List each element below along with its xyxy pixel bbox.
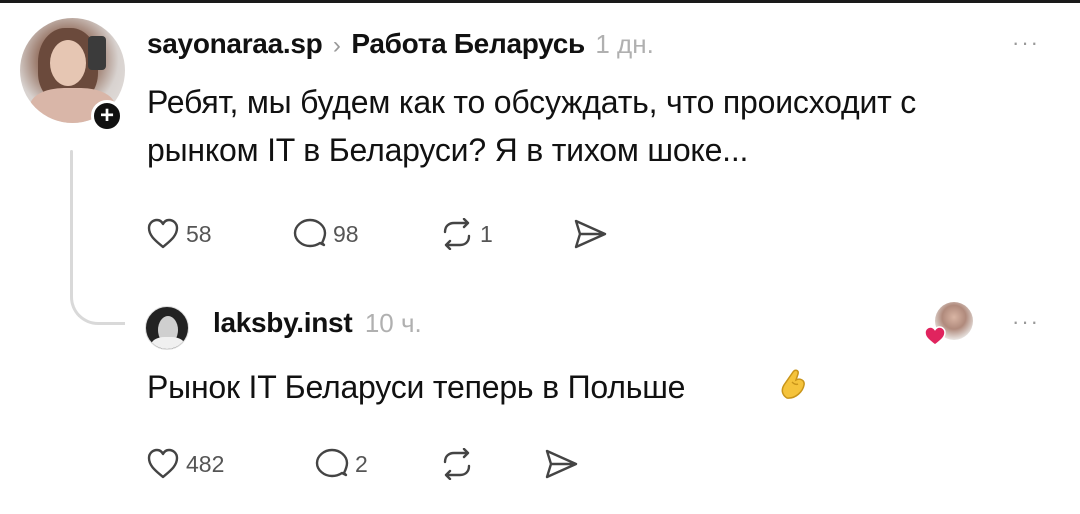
reply-comment-button[interactable]: 2 [315, 448, 368, 480]
liked-heart-icon [924, 326, 946, 346]
top-divider [0, 0, 1080, 3]
post-header: sayonaraa.sp › Работа Беларусь 1 дн. [147, 28, 654, 60]
post-more-icon[interactable]: ··· [1012, 30, 1040, 56]
reply-comment-count: 2 [355, 450, 368, 477]
post-body: Ребят, мы будем как то обсуждать, что пр… [147, 78, 1067, 174]
post-share-button[interactable] [572, 218, 608, 255]
reply-header: laksby.inst 10 ч. [213, 307, 422, 339]
heart-icon [147, 218, 179, 249]
reply-time: 10 ч. [364, 308, 422, 338]
post-comment-count: 98 [333, 220, 359, 247]
thread-line [70, 150, 73, 290]
comment-icon [293, 218, 327, 248]
thread-connector [70, 285, 125, 325]
pinching-hand-emoji [781, 369, 805, 399]
reply-repost-button[interactable] [440, 447, 474, 485]
reply-like-count: 482 [186, 450, 225, 477]
reply-share-button[interactable] [543, 448, 579, 485]
post-repost-count: 1 [480, 220, 493, 247]
community-name[interactable]: Работа Беларусь [351, 28, 585, 59]
repost-icon [443, 218, 471, 250]
post-like-count: 58 [186, 220, 212, 247]
chevron-right-icon: › [332, 32, 341, 59]
comment-icon [315, 448, 349, 478]
post-repost-button[interactable]: 1 [440, 218, 493, 250]
share-icon [545, 449, 578, 479]
heart-icon [147, 448, 179, 479]
post-text-line-2: рынком IT в Беларуси? Я в тихом шоке... [147, 132, 749, 168]
post-comment-button[interactable]: 98 [293, 218, 359, 250]
share-icon [574, 219, 607, 249]
reply-text: Рынок IT Беларуси теперь в Польше [147, 369, 686, 405]
follow-plus-icon[interactable]: + [91, 100, 123, 132]
reply-author-avatar[interactable] [145, 306, 189, 350]
reply-username[interactable]: laksby.inst [213, 307, 353, 338]
post-username[interactable]: sayonaraa.sp [147, 28, 323, 59]
post-time: 1 дн. [595, 29, 654, 59]
repost-icon [443, 447, 471, 481]
post-like-button[interactable]: 58 [146, 218, 212, 250]
reply-more-icon[interactable]: ··· [1012, 309, 1040, 335]
post-text-line-1: Ребят, мы будем как то обсуждать, что пр… [147, 84, 917, 120]
reply-like-button[interactable]: 482 [146, 448, 224, 480]
